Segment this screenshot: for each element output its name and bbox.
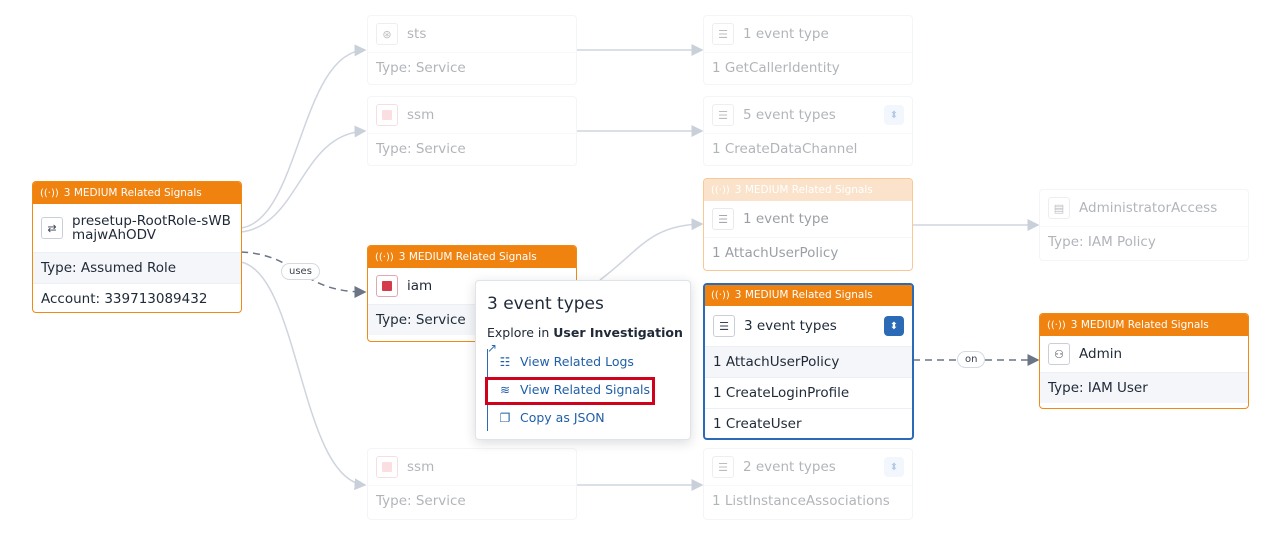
event-types-node-attachuserpolicy[interactable]: ((·)) 3 MEDIUM Related Signals ☰ 1 event t…	[703, 178, 913, 271]
highlight-box	[485, 377, 655, 405]
event-types-title: 1 event type	[743, 211, 829, 227]
signal-banner-label: 3 MEDIUM Related Signals	[398, 251, 537, 263]
event-item: 1 CreateLoginProfile	[705, 377, 912, 408]
view-related-logs-link[interactable]: ☷ View Related Logs	[498, 354, 634, 369]
node-name: AdministratorAccess	[1079, 200, 1218, 216]
list-icon: ☰	[712, 23, 734, 45]
signal-icon: ((·))	[40, 187, 59, 199]
node-type: Type: IAM User	[1040, 372, 1248, 403]
source-role-node[interactable]: ((·)) 3 MEDIUM Related Signals ⇄ presetup…	[32, 181, 242, 313]
explore-target: User Investigation	[553, 325, 683, 340]
signal-banner[interactable]: ((·)) 3 MEDIUM Related Signals	[704, 179, 912, 201]
signal-icon: ((·))	[1047, 319, 1066, 331]
event-types-node-listinstanceassociations[interactable]: ☰ 2 event types ⬍ 1 ListInstanceAssociatio…	[703, 448, 913, 520]
signal-banner[interactable]: ((·)) 3 MEDIUM Related Signals	[33, 182, 241, 204]
node-type: Type: Service	[368, 52, 576, 83]
explore-link[interactable]: Explore in User Investigation ↗	[487, 325, 690, 355]
event-types-node-getcalleridentity[interactable]: ☰ 1 event type 1 GetCallerIdentity	[703, 15, 913, 85]
event-item: 1 CreateUser	[705, 408, 912, 438]
event-types-node-createdatachannel[interactable]: ☰ 5 event types ⬍ 1 CreateDataChannel	[703, 96, 913, 166]
event-types-title: 2 event types	[743, 459, 836, 475]
event-types-title: 3 event types	[744, 318, 837, 334]
list-icon: ☰	[712, 208, 734, 230]
node-name: ssm	[407, 107, 435, 123]
signal-banner[interactable]: ((·)) 3 MEDIUM Related Signals	[705, 285, 912, 306]
service-icon	[376, 456, 398, 478]
list-icon: ☰	[712, 456, 734, 478]
list-icon: ☰	[713, 315, 735, 337]
node-name: presetup-RootRole-sWBmajwAhODV	[72, 213, 231, 243]
event-item: 1 CreateDataChannel	[704, 133, 912, 164]
swap-icon: ⇄	[41, 217, 63, 239]
signal-banner-label: 3 MEDIUM Related Signals	[1070, 319, 1209, 331]
logs-icon: ☷	[499, 354, 511, 369]
expand-icon[interactable]: ⬍	[884, 316, 904, 336]
signal-icon: ((·))	[711, 289, 730, 301]
service-icon	[376, 275, 398, 297]
node-type: Type: Service	[368, 133, 576, 164]
node-name: sts	[407, 26, 427, 42]
node-type: Type: IAM Policy	[1040, 226, 1248, 257]
ssm-service-node-bottom[interactable]: ssm Type: Service	[367, 448, 577, 520]
popup-title: 3 event types	[487, 294, 604, 314]
edge-label-on: on	[957, 351, 986, 368]
external-link-icon: ↗	[487, 341, 498, 355]
expand-icon[interactable]: ⬍	[884, 457, 904, 477]
event-item: 1 AttachUserPolicy	[704, 237, 912, 268]
service-icon	[376, 104, 398, 126]
node-account: Account: 339713089432	[33, 283, 241, 312]
ssm-service-node[interactable]: ssm Type: Service	[367, 96, 577, 166]
node-name: iam	[407, 278, 433, 294]
sts-service-node[interactable]: ⊛ sts Type: Service	[367, 15, 577, 85]
node-type: Type: Assumed Role	[33, 252, 241, 283]
event-types-popup: 3 event types Explore in User Investigat…	[475, 280, 691, 440]
copy-icon: ❐	[499, 410, 511, 425]
iam-user-node[interactable]: ((·)) 3 MEDIUM Related Signals ⚇ Admin Typ…	[1039, 313, 1249, 409]
user-plus-icon: ⚇	[1048, 343, 1070, 365]
node-type: Type: Service	[368, 485, 576, 516]
copy-as-json-link[interactable]: ❐ Copy as JSON	[498, 410, 605, 425]
node-header: ⇄ presetup-RootRole-sWBmajwAhODV	[33, 204, 241, 252]
event-types-node-selected[interactable]: ((·)) 3 MEDIUM Related Signals ☰ 3 event t…	[703, 283, 914, 440]
signal-banner[interactable]: ((·)) 3 MEDIUM Related Signals	[368, 246, 576, 268]
service-icon: ⊛	[376, 23, 398, 45]
document-icon: ▤	[1048, 197, 1070, 219]
event-types-title: 5 event types	[743, 107, 836, 123]
signal-icon: ((·))	[375, 251, 394, 263]
expand-icon[interactable]: ⬍	[884, 105, 904, 125]
event-item: 1 GetCallerIdentity	[704, 52, 912, 83]
iam-policy-node[interactable]: ▤ AdministratorAccess Type: IAM Policy	[1039, 189, 1249, 261]
menu-item-label: Copy as JSON	[520, 410, 605, 425]
node-name: ssm	[407, 459, 435, 475]
event-item: 1 AttachUserPolicy	[705, 346, 912, 377]
signal-banner-label: 3 MEDIUM Related Signals	[734, 184, 873, 196]
list-icon: ☰	[712, 104, 734, 126]
signal-banner-label: 3 MEDIUM Related Signals	[734, 289, 873, 301]
signal-banner[interactable]: ((·)) 3 MEDIUM Related Signals	[1040, 314, 1248, 336]
edge-label-uses: uses	[281, 263, 320, 280]
explore-prefix: Explore in	[487, 325, 550, 340]
menu-item-label: View Related Logs	[520, 354, 634, 369]
signal-banner-label: 3 MEDIUM Related Signals	[63, 187, 202, 199]
event-types-title: 1 event type	[743, 26, 829, 42]
event-item: 1 ListInstanceAssociations	[704, 485, 912, 516]
signal-icon: ((·))	[711, 184, 730, 196]
node-name: Admin	[1079, 346, 1123, 362]
